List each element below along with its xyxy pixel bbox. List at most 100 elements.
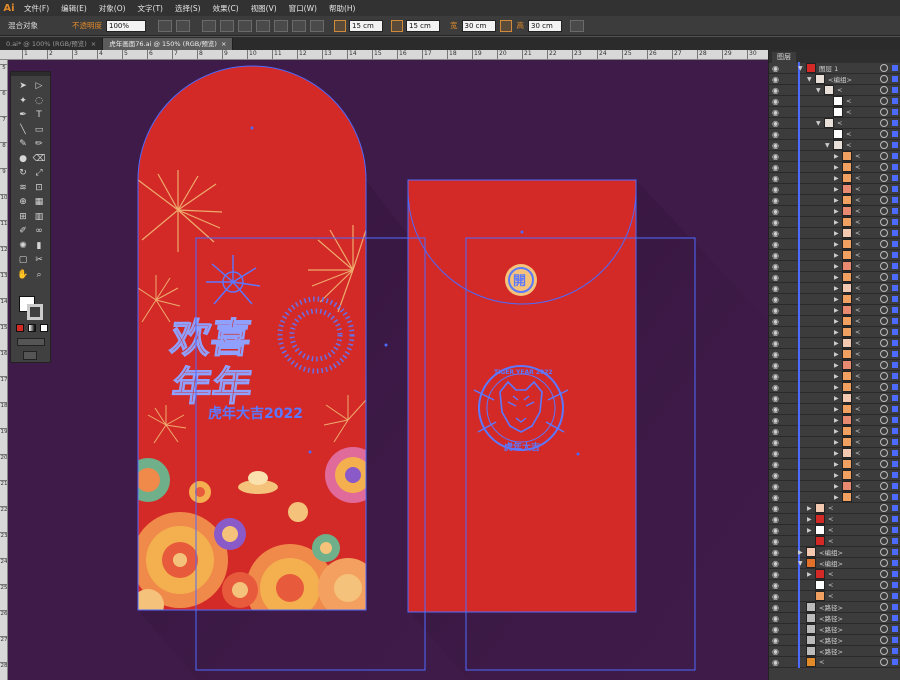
brush-icon[interactable]: ✎ bbox=[16, 138, 30, 151]
eraser-icon[interactable]: ⌫ bbox=[32, 153, 46, 166]
target-circle-icon[interactable] bbox=[880, 636, 888, 644]
expand-triangle-icon[interactable]: ▶ bbox=[834, 483, 839, 490]
gradient-icon[interactable]: ▥ bbox=[32, 211, 46, 224]
visibility-eye-icon[interactable]: ◉ bbox=[772, 174, 782, 183]
target-circle-icon[interactable] bbox=[880, 614, 888, 622]
target-circle-icon[interactable] bbox=[880, 658, 888, 666]
selection-square-icon[interactable] bbox=[892, 494, 898, 500]
target-circle-icon[interactable] bbox=[880, 108, 888, 116]
gradient-mode-icon[interactable] bbox=[28, 324, 36, 332]
target-circle-icon[interactable] bbox=[880, 548, 888, 556]
expand-triangle-icon[interactable]: ▶ bbox=[834, 428, 839, 435]
target-circle-icon[interactable] bbox=[880, 537, 888, 545]
width-icon[interactable]: ≋ bbox=[16, 182, 30, 195]
expand-triangle-icon[interactable]: ▼ bbox=[816, 120, 821, 127]
selection-square-icon[interactable] bbox=[892, 384, 898, 390]
selection-square-icon[interactable] bbox=[892, 241, 898, 247]
scale-icon[interactable]: ⤢ bbox=[32, 167, 46, 180]
target-circle-icon[interactable] bbox=[880, 262, 888, 270]
target-circle-icon[interactable] bbox=[880, 273, 888, 281]
layer-row[interactable]: ◉ ▶ < bbox=[769, 403, 900, 415]
symbol-sprayer-icon[interactable]: ✺ bbox=[16, 240, 30, 253]
expand-triangle-icon[interactable]: ▼ bbox=[798, 560, 803, 567]
target-circle-icon[interactable] bbox=[880, 163, 888, 171]
target-circle-icon[interactable] bbox=[880, 482, 888, 490]
layer-row[interactable]: ◉ ▶ < bbox=[769, 491, 900, 503]
visibility-eye-icon[interactable]: ◉ bbox=[772, 515, 782, 524]
selection-square-icon[interactable] bbox=[892, 208, 898, 214]
direct-select-icon[interactable]: ▷ bbox=[32, 80, 46, 93]
y-input[interactable]: 15 cm bbox=[406, 19, 440, 32]
recolor-icon[interactable] bbox=[176, 19, 190, 32]
layer-row[interactable]: ◉ ▶ < bbox=[769, 326, 900, 338]
target-circle-icon[interactable] bbox=[880, 240, 888, 248]
layer-row[interactable]: ◉ ▶ < bbox=[769, 469, 900, 481]
selection-square-icon[interactable] bbox=[892, 131, 898, 137]
title-year[interactable]: 虎年大吉2022 bbox=[208, 405, 303, 422]
artboard-icon[interactable]: ▢ bbox=[16, 254, 30, 267]
expand-triangle-icon[interactable]: ▶ bbox=[834, 450, 839, 457]
menu-item[interactable]: 帮助(H) bbox=[323, 3, 362, 14]
layer-row[interactable]: ◉ ▶ < bbox=[769, 150, 900, 162]
visibility-eye-icon[interactable]: ◉ bbox=[772, 284, 782, 293]
selection-square-icon[interactable] bbox=[892, 109, 898, 115]
visibility-eye-icon[interactable]: ◉ bbox=[772, 504, 782, 513]
visibility-eye-icon[interactable]: ◉ bbox=[772, 130, 782, 139]
target-circle-icon[interactable] bbox=[880, 207, 888, 215]
expand-triangle-icon[interactable]: ▼ bbox=[807, 76, 812, 83]
layer-row[interactable]: ◉ ▼ < bbox=[769, 117, 900, 129]
selection-square-icon[interactable] bbox=[892, 395, 898, 401]
target-circle-icon[interactable] bbox=[880, 438, 888, 446]
title-line-1[interactable]: 欢喜 bbox=[166, 316, 255, 363]
menu-item[interactable]: 效果(C) bbox=[207, 3, 245, 14]
selection-square-icon[interactable] bbox=[892, 252, 898, 258]
canvas[interactable]: 欢喜 年年 虎年大吉2022 開 TIGER YEAR 2022 虎年大吉 bbox=[8, 60, 768, 680]
expand-triangle-icon[interactable]: ▶ bbox=[834, 263, 839, 270]
layer-row[interactable]: ◉ < bbox=[769, 106, 900, 118]
layer-row[interactable]: ◉ ▶ < bbox=[769, 458, 900, 470]
left-envelope[interactable]: 欢喜 年年 虎年大吉2022 bbox=[126, 65, 381, 632]
layer-row[interactable]: ◉ ▶ < bbox=[769, 205, 900, 217]
layer-row[interactable]: ◉ ▶ < bbox=[769, 315, 900, 327]
eyedropper-icon[interactable]: ✐ bbox=[16, 225, 30, 238]
visibility-eye-icon[interactable]: ◉ bbox=[772, 273, 782, 282]
expand-triangle-icon[interactable]: ▶ bbox=[834, 274, 839, 281]
selection-square-icon[interactable] bbox=[892, 626, 898, 632]
expand-triangle-icon[interactable]: ▶ bbox=[834, 285, 839, 292]
menu-item[interactable]: 编辑(E) bbox=[55, 3, 93, 14]
selection-square-icon[interactable] bbox=[892, 483, 898, 489]
expand-triangle-icon[interactable]: ▶ bbox=[834, 307, 839, 314]
selection-square-icon[interactable] bbox=[892, 65, 898, 71]
opacity-label[interactable]: 不透明度 bbox=[68, 20, 106, 31]
visibility-eye-icon[interactable]: ◉ bbox=[772, 416, 782, 425]
hand-icon[interactable]: ✋ bbox=[16, 269, 30, 282]
target-circle-icon[interactable] bbox=[880, 493, 888, 501]
expand-triangle-icon[interactable]: ▶ bbox=[834, 351, 839, 358]
selection-square-icon[interactable] bbox=[892, 417, 898, 423]
expand-triangle-icon[interactable]: ▶ bbox=[834, 318, 839, 325]
layer-row[interactable]: ◉ ▶ < bbox=[769, 425, 900, 437]
selection-square-icon[interactable] bbox=[892, 175, 898, 181]
layer-row[interactable]: ◉ ▶ < bbox=[769, 337, 900, 349]
expand-triangle-icon[interactable]: ▶ bbox=[834, 241, 839, 248]
visibility-eye-icon[interactable]: ◉ bbox=[772, 141, 782, 150]
target-circle-icon[interactable] bbox=[880, 152, 888, 160]
target-circle-icon[interactable] bbox=[880, 130, 888, 138]
expand-triangle-icon[interactable]: ▶ bbox=[834, 417, 839, 424]
visibility-eye-icon[interactable]: ◉ bbox=[772, 152, 782, 161]
horizontal-ruler[interactable]: 1 2 3 4 5 6 7 8 9 10 11 12 13 14 15 16 17 18 19 20 21 22 23 24 2… bbox=[0, 50, 768, 60]
selection-square-icon[interactable] bbox=[892, 153, 898, 159]
lasso-icon[interactable]: ◌ bbox=[32, 95, 46, 108]
expand-triangle-icon[interactable]: ▶ bbox=[807, 516, 812, 523]
expand-triangle-icon[interactable]: ▶ bbox=[807, 505, 812, 512]
selection-square-icon[interactable] bbox=[892, 219, 898, 225]
visibility-eye-icon[interactable]: ◉ bbox=[772, 328, 782, 337]
expand-triangle-icon[interactable]: ▶ bbox=[807, 527, 812, 534]
selection-square-icon[interactable] bbox=[892, 582, 898, 588]
layer-row[interactable]: ◉ < bbox=[769, 579, 900, 591]
close-icon[interactable]: × bbox=[221, 40, 226, 48]
pen-icon[interactable]: ✒ bbox=[16, 109, 30, 122]
selection-square-icon[interactable] bbox=[892, 593, 898, 599]
visibility-eye-icon[interactable]: ◉ bbox=[772, 372, 782, 381]
blob-brush-icon[interactable]: ● bbox=[16, 153, 30, 166]
